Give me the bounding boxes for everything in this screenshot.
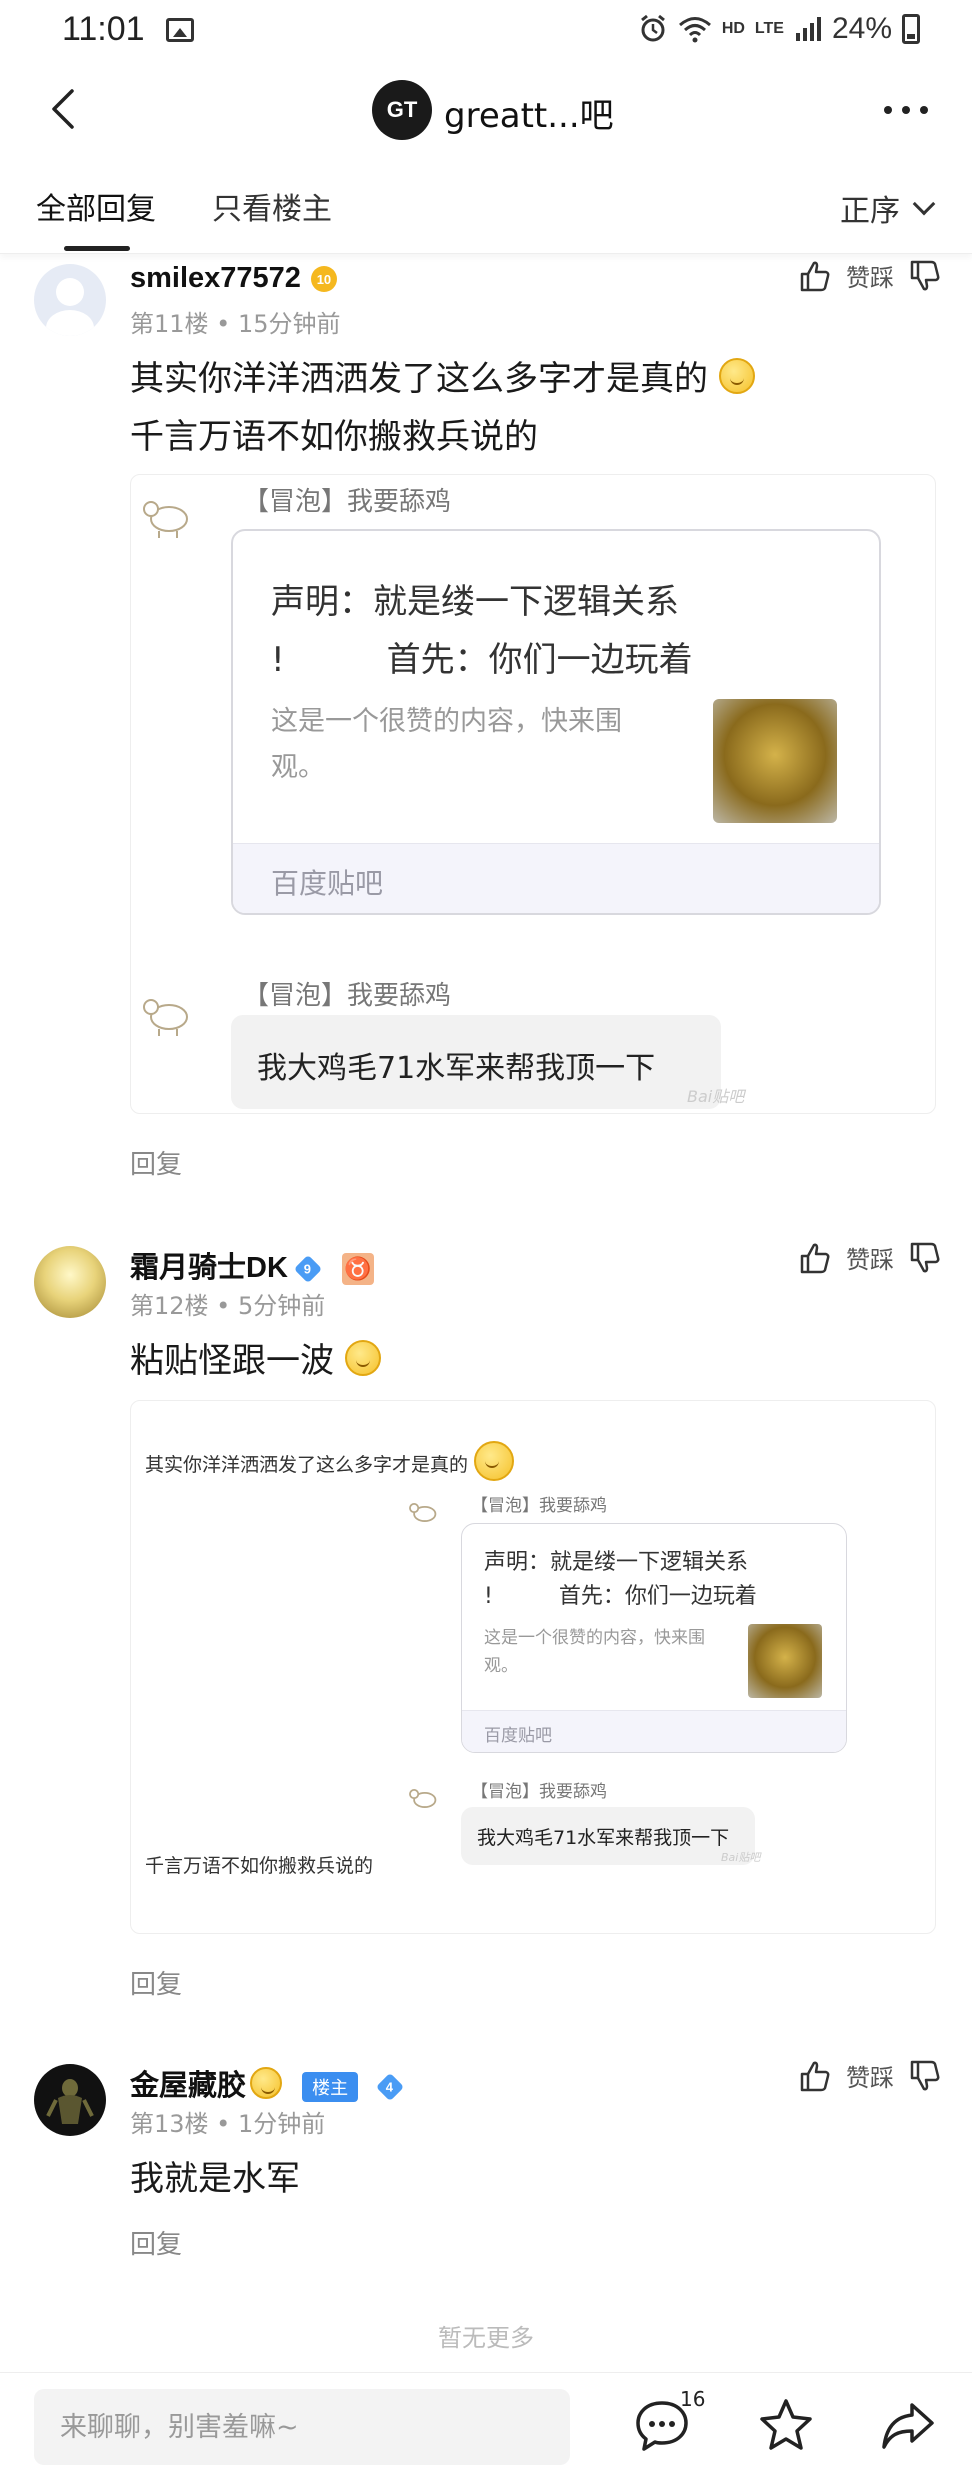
card-title: 声明：就是缕一下逻辑关系 ! 首先：你们一边玩着 — [484, 1550, 757, 1609]
tab-all-replies[interactable]: 全部回复 — [36, 184, 156, 228]
reply-filter-tabs: 全部回复 只看楼主 正序 — [0, 168, 972, 254]
active-tab-indicator — [64, 246, 130, 251]
smile-emoji-icon — [474, 1441, 515, 1481]
shared-link-card: 声明：就是缕一下逻辑关系 ! 首先：你们一边玩着 这是一个很赞的内容，快来围 观… — [461, 1523, 847, 1753]
sort-dropdown[interactable]: 正序 — [840, 186, 936, 230]
vote-actions: 赞踩 — [798, 258, 942, 293]
status-icons: HD LTE 24% — [638, 12, 920, 46]
vote-actions: 赞踩 — [798, 2058, 942, 2093]
alarm-icon — [640, 14, 665, 42]
no-more-indicator: 暂无更多 — [438, 2324, 534, 2352]
watermark: Bai贴吧 — [687, 1087, 745, 1106]
card-description: 这是一个很赞的内容，快来围 观。 — [271, 706, 622, 783]
forum-title[interactable]: greatt...吧 — [444, 88, 614, 137]
chevron-down-icon — [912, 192, 936, 216]
status-bar: 11:01 HD LTE 24% — [0, 0, 972, 62]
post-content: 其实你洋洋洒洒发了这么多字才是真的 千言万语不如你搬救兵说的 — [130, 350, 755, 466]
bottom-bar: 16 — [0, 2372, 972, 2478]
level-badge: 10 — [310, 266, 337, 293]
level-badge: 4 — [375, 2073, 405, 2102]
reply-button[interactable]: 回复 — [130, 2224, 182, 2261]
thumbs-down-icon[interactable] — [908, 2059, 942, 2093]
post-content: 我就是水军 — [130, 2159, 300, 2199]
username[interactable]: smilex77572 10 — [130, 262, 337, 295]
post-content: 粘贴怪跟一波 — [130, 1332, 381, 1390]
vote-label[interactable]: 赞踩 — [846, 258, 894, 293]
thumbs-down-icon[interactable] — [908, 1241, 942, 1275]
embedded-image-content[interactable]: 【冒泡】我要舔鸡 声明：就是缕一下逻辑关系 ! 首先：你们一边玩着 这是一个很赞… — [130, 474, 936, 1114]
card-footer: 百度贴吧 — [462, 1710, 846, 1752]
quote-label: 【冒泡】我要舔鸡 — [243, 487, 452, 517]
post-meta: 第13楼 • 1分钟前 — [130, 2110, 326, 2138]
card-thumbnail — [713, 699, 837, 823]
inner-text-top: 其实你洋洋洒洒发了这么多字才是真的 — [145, 1441, 515, 1481]
character-avatar-icon — [46, 2079, 94, 2124]
sort-label: 正序 — [840, 194, 900, 229]
username[interactable]: 霜月骑士DK 9 ♉ — [130, 1244, 374, 1286]
thumbs-up-icon[interactable] — [798, 2059, 832, 2093]
battery-icon — [902, 14, 920, 44]
embedded-screenshot[interactable]: 其实你洋洋洒洒发了这么多字才是真的 【冒泡】我要舔鸡 声明：就是缕一下逻辑关系 … — [130, 1400, 936, 1934]
card-title: 声明：就是缕一下逻辑关系 ! 首先：你们一边玩着 — [271, 582, 693, 680]
chat-bubble: 我大鸡毛71水军来帮我顶一下 — [231, 1015, 721, 1109]
post-meta: 第11楼 • 15分钟前 — [130, 310, 341, 338]
sheep-avatar-icon — [409, 1789, 437, 1808]
zodiac-taurus-icon: ♉ — [341, 1253, 374, 1286]
level-badge: 9 — [293, 1255, 323, 1284]
shared-link-card[interactable]: 声明：就是缕一下逻辑关系 ! 首先：你们一边玩着 这是一个很赞的内容，快来围 观… — [231, 529, 881, 915]
app-header: GT greatt...吧 — [0, 62, 972, 158]
card-description: 这是一个很赞的内容，快来围 观。 — [484, 1628, 705, 1676]
quote-label: 【冒泡】我要舔鸡 — [243, 981, 452, 1011]
op-badge: 楼主 — [302, 2072, 359, 2103]
post-meta: 第12楼 • 5分钟前 — [130, 1292, 326, 1320]
wifi-icon — [678, 17, 711, 43]
default-avatar-icon — [46, 278, 94, 336]
username[interactable]: 金屋藏胶 楼主 4 — [130, 2062, 405, 2104]
card-thumbnail — [748, 1624, 822, 1698]
watermark: Bai贴吧 — [721, 1851, 761, 1864]
avatar[interactable] — [34, 264, 106, 336]
chat-bubble: 我大鸡毛71水军来帮我顶一下 — [461, 1807, 755, 1865]
forum-avatar[interactable]: GT — [372, 80, 432, 140]
surprised-emoji-icon — [250, 2067, 283, 2099]
network-lte: LTE — [754, 20, 784, 37]
quote-label: 【冒泡】我要舔鸡 — [471, 1782, 607, 1802]
tab-only-op[interactable]: 只看楼主 — [212, 184, 332, 228]
signal-icon — [795, 17, 821, 41]
thumbs-up-icon[interactable] — [798, 1241, 832, 1275]
thumbs-up-icon[interactable] — [798, 259, 832, 293]
more-options-icon[interactable] — [884, 106, 928, 114]
battery-percent: 24% — [831, 12, 892, 45]
quote-label: 【冒泡】我要舔鸡 — [471, 1496, 607, 1516]
vote-actions: 赞踩 — [798, 1240, 942, 1275]
reply-button[interactable]: 回复 — [130, 1964, 182, 2001]
gallery-notification-icon — [166, 18, 194, 42]
back-arrow-icon[interactable] — [46, 88, 80, 130]
network-hd: HD — [721, 20, 745, 37]
avatar[interactable] — [34, 2064, 106, 2136]
sheep-avatar-icon — [409, 1503, 437, 1522]
smile-emoji-icon — [718, 358, 755, 394]
reply-button[interactable]: 回复 — [130, 1144, 182, 1181]
vote-label[interactable]: 赞踩 — [846, 2058, 894, 2093]
thumbs-down-icon[interactable] — [908, 259, 942, 293]
share-icon[interactable] — [876, 2393, 940, 2457]
comment-count: 16 — [680, 2387, 706, 2411]
star-favorite-icon[interactable] — [754, 2393, 818, 2457]
status-time: 11:01 — [62, 10, 145, 48]
sheep-avatar-icon — [143, 501, 188, 538]
comment-input[interactable] — [34, 2389, 570, 2465]
sheep-avatar-icon — [143, 999, 188, 1036]
card-footer: 百度贴吧 — [233, 843, 879, 913]
avatar[interactable] — [34, 1246, 106, 1318]
smile-emoji-icon — [344, 1340, 381, 1376]
inner-text-bottom: 千言万语不如你搬救兵说的 — [145, 1855, 374, 1877]
vote-label[interactable]: 赞踩 — [846, 1240, 894, 1275]
